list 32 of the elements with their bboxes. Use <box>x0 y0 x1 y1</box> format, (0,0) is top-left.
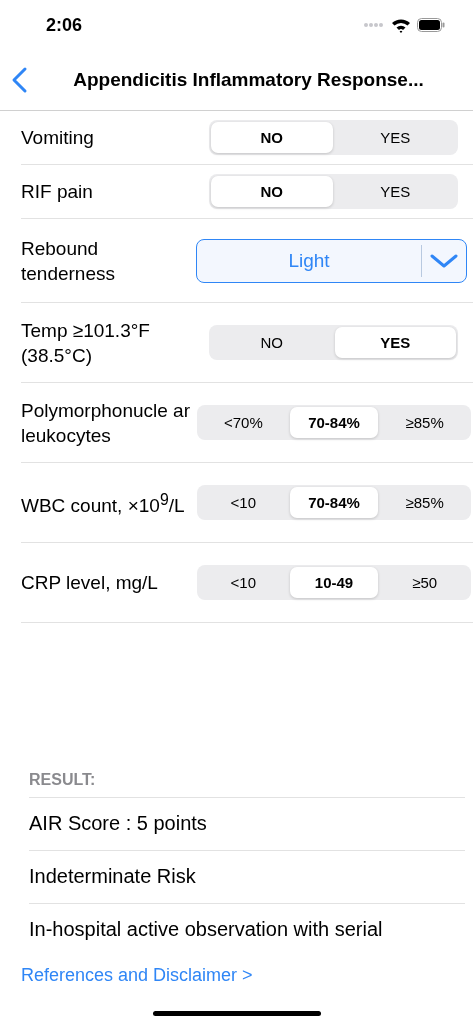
row-label: RIF pain <box>21 180 94 204</box>
segment-option[interactable]: ≥85% <box>380 407 469 438</box>
row-label: Polymorphonucle ar leukocytes <box>21 398 191 448</box>
signal-icon <box>363 22 385 28</box>
segment-option[interactable]: <10 <box>199 487 288 518</box>
wifi-icon <box>391 17 411 33</box>
nav-title: Appendicitis Inflammatory Response... <box>72 69 425 91</box>
segment-option[interactable]: 10-49 <box>289 567 379 598</box>
segment-option[interactable]: <10 <box>199 567 288 598</box>
segment-option[interactable]: YES <box>334 327 456 358</box>
result-text: In-hospital active observation with serial <box>29 917 384 942</box>
segment-option[interactable]: NO <box>211 327 333 358</box>
status-time: 2:06 <box>46 14 84 36</box>
row-label: WBC count, ×10$^{9}$/L <box>21 489 186 519</box>
row-label: Rebound tenderness <box>21 236 116 286</box>
result-heading: RESULT: <box>29 771 465 798</box>
row-label: CRP level, mg/L <box>21 571 159 595</box>
result-text: Indeterminate Risk <box>29 851 465 904</box>
segment-option[interactable]: YES <box>334 176 456 207</box>
segment-option[interactable]: <70% <box>199 407 288 438</box>
result-text: AIR Score : 5 points <box>29 798 465 851</box>
battery-icon <box>417 18 445 32</box>
segment-option[interactable]: ≥50 <box>380 567 469 598</box>
row-label: Vomiting <box>21 126 95 150</box>
row-label: Temp ≥101.3°F (38.5°C) <box>21 318 151 368</box>
segment-option[interactable]: 70-84% <box>289 407 379 438</box>
segment-option[interactable]: ≥85% <box>380 487 469 518</box>
references-link[interactable]: References and Disclaimer > <box>21 965 473 986</box>
segment-option[interactable]: NO <box>211 122 333 153</box>
segment-option[interactable]: NO <box>211 176 333 207</box>
segment-option[interactable]: 70-84% <box>289 487 379 518</box>
segment-option[interactable]: YES <box>334 122 456 153</box>
